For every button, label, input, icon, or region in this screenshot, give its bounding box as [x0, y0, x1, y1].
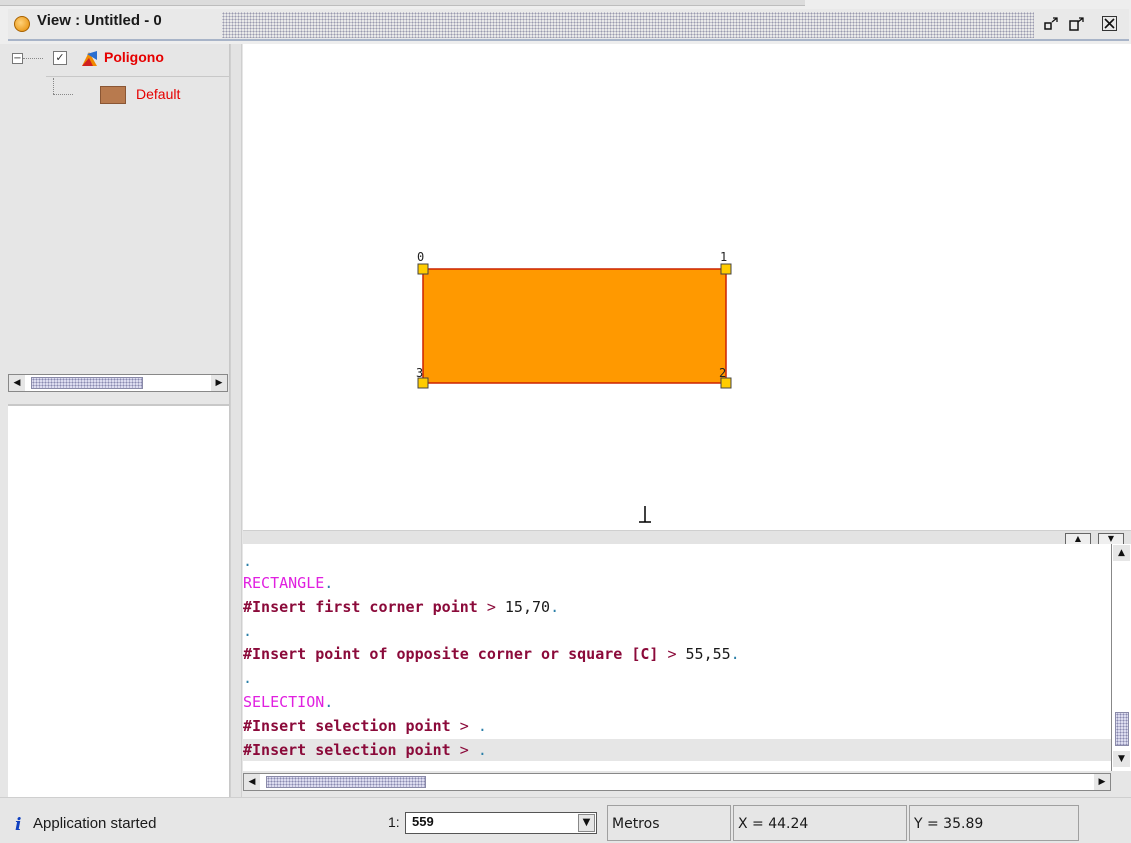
y-coordinate-field: Y = 35.89	[909, 805, 1079, 841]
console-text: >	[450, 741, 478, 759]
console-text: .	[550, 598, 560, 616]
view-title-bar[interactable]: View : Untitled - 0	[0, 0, 1131, 44]
scroll-thumb[interactable]	[31, 377, 143, 389]
toc-horizontal-scrollbar[interactable]: ◀ ▶	[8, 374, 228, 392]
status-bar: i Application started 1: 559 ▼ Metros X …	[0, 797, 1131, 843]
console-text: #Insert point of opposite corner or squa…	[243, 645, 659, 663]
vertex-label-0: 0	[417, 250, 424, 264]
command-console[interactable]: . RECTANGLE. #Insert first corner point > …	[243, 544, 1111, 771]
vertex-label-2: 2	[719, 366, 726, 380]
console-text: .	[324, 574, 334, 592]
scale-value[interactable]: 559	[412, 814, 434, 829]
console-text: .	[730, 645, 740, 663]
console-line: .	[243, 620, 252, 642]
scroll-down-button[interactable]: ▼	[1113, 751, 1130, 767]
scroll-thumb[interactable]	[1115, 712, 1129, 746]
scroll-right-button[interactable]: ▶	[1094, 774, 1110, 790]
gvsig-view-icon	[14, 16, 30, 32]
console-line: .	[243, 667, 252, 689]
console-line: RECTANGLE.	[243, 572, 333, 594]
vertex-label-1: 1	[720, 250, 727, 264]
vertical-splitter[interactable]	[230, 44, 242, 797]
console-text: >	[450, 717, 478, 735]
console-line: #Insert first corner point > 15,70.	[243, 596, 559, 618]
title-bar-grip	[222, 12, 1034, 38]
mouse-cursor-icon	[639, 506, 651, 523]
scroll-up-button[interactable]: ▲	[1113, 545, 1130, 561]
restore-icon	[1044, 17, 1058, 30]
x-coordinate-field: X = 44.24	[733, 805, 907, 841]
scroll-left-button[interactable]: ◀	[244, 774, 260, 790]
scroll-right-button[interactable]: ▶	[211, 375, 227, 391]
status-message: Application started	[33, 815, 157, 832]
console-text: #Insert selection point	[243, 741, 451, 759]
layer-name: Poligono	[104, 49, 164, 65]
vertex-handle-0[interactable]	[417, 263, 429, 275]
console-text: #Insert selection point	[243, 717, 451, 735]
console-horizontal-scrollbar[interactable]: ◀ ▶	[243, 773, 1111, 791]
console-line: .	[243, 550, 252, 572]
console-text: .	[243, 622, 253, 640]
restore-window-button[interactable]	[1043, 16, 1061, 32]
legend-label: Default	[136, 86, 181, 102]
window-title: View : Untitled - 0	[37, 12, 162, 29]
console-text: #Insert first corner point	[243, 598, 478, 616]
selected-rectangle[interactable]	[422, 268, 727, 384]
console-text: .	[477, 717, 487, 735]
console-text: .	[477, 741, 487, 759]
console-line: #Insert point of opposite corner or squa…	[243, 643, 740, 665]
scroll-left-button[interactable]: ◀	[9, 375, 25, 391]
console-vertical-scrollbar[interactable]: ▲ ▼	[1111, 544, 1131, 771]
console-text: .	[243, 552, 253, 570]
scale-prefix: 1:	[388, 814, 400, 830]
console-text: 55,55	[685, 645, 731, 663]
table-of-contents: − ✓ Poligono Default ◀ ▶	[8, 44, 230, 404]
tree-connector	[53, 94, 73, 95]
outer-frame-edge	[0, 0, 805, 6]
close-window-button[interactable]	[1102, 16, 1117, 31]
close-icon	[1104, 18, 1115, 29]
console-text: >	[658, 645, 686, 663]
scroll-thumb[interactable]	[266, 776, 426, 788]
row-divider	[46, 76, 230, 77]
units-field: Metros	[607, 805, 731, 841]
map-canvas[interactable]: 0 1 2 3	[243, 44, 1131, 530]
console-line: SELECTION.	[243, 691, 333, 713]
console-line: #Insert selection point > .	[243, 715, 487, 737]
legend-color-swatch	[100, 86, 126, 104]
console-splitter[interactable]: ▲ ▼	[243, 530, 1131, 545]
overview-panel	[8, 404, 230, 797]
vertex-handle-1[interactable]	[720, 263, 732, 275]
minimize-window-button[interactable]	[1068, 16, 1086, 32]
scale-combo-box[interactable]: 559 ▼	[405, 812, 597, 834]
console-line: #Insert selection point > .	[243, 739, 1111, 761]
console-text: .	[243, 669, 253, 687]
vertex-label-3: 3	[416, 366, 423, 380]
layer-visibility-checkbox[interactable]: ✓	[53, 51, 67, 65]
console-text: .	[324, 693, 334, 711]
console-text: SELECTION	[243, 693, 325, 711]
console-text: 15,70	[504, 598, 551, 616]
console-text: >	[477, 598, 505, 616]
info-icon: i	[15, 815, 22, 835]
chevron-down-icon[interactable]: ▼	[578, 814, 595, 832]
tree-connector	[53, 78, 54, 94]
layer-row-poligono[interactable]: ✓ Poligono	[8, 44, 230, 70]
layer-tree: − ✓ Poligono Default	[8, 44, 230, 368]
minimize-icon	[1069, 17, 1084, 31]
console-text: RECTANGLE	[243, 574, 325, 592]
polygon-layer-icon	[82, 51, 97, 66]
